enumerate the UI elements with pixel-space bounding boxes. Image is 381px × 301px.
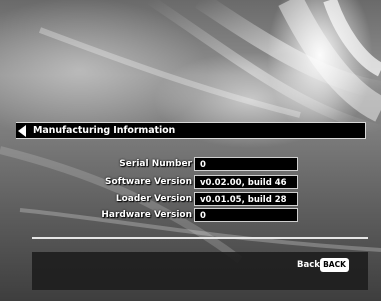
serial-number-label: Serial Number bbox=[119, 159, 192, 169]
serial-number-value: 0 bbox=[194, 157, 298, 171]
hardware-version-value: 0 bbox=[194, 208, 298, 222]
hardware-version-label: Hardware Version bbox=[101, 210, 192, 220]
manufacturing-info-screen: Manufacturing Information Serial Number … bbox=[0, 0, 381, 301]
loader-version-label: Loader Version bbox=[115, 194, 192, 204]
back-label: Back bbox=[297, 260, 320, 270]
left-arrow-icon[interactable] bbox=[18, 125, 26, 137]
loader-version-value: v0.01.05, build 28 bbox=[194, 192, 298, 206]
page-title: Manufacturing Information bbox=[33, 125, 176, 136]
software-version-value: v0.02.00, build 46 bbox=[194, 175, 298, 189]
back-button[interactable]: BACK bbox=[320, 258, 349, 272]
divider bbox=[32, 237, 368, 239]
software-version-label: Software Version bbox=[105, 177, 192, 187]
